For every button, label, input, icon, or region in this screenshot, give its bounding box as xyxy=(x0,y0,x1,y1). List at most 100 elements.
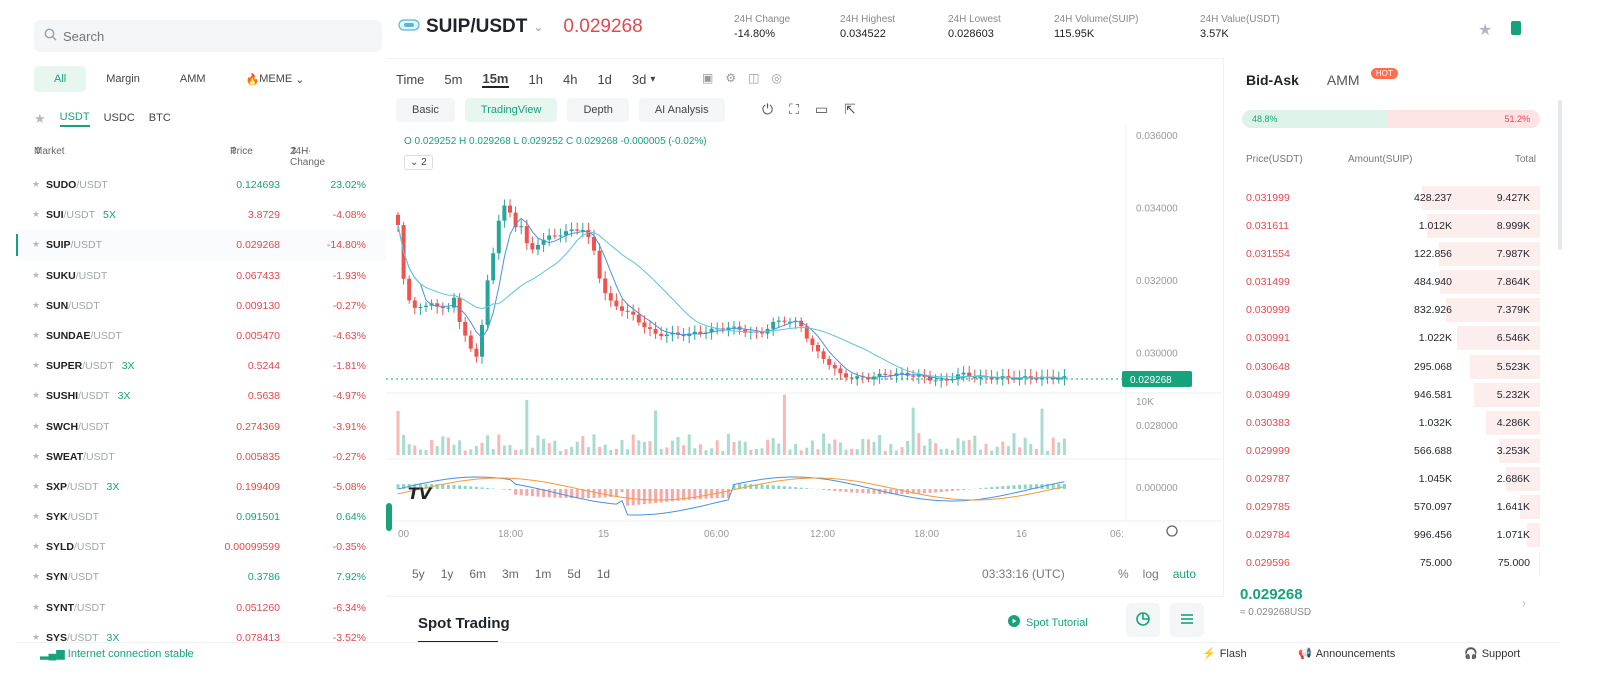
quote-btc[interactable]: BTC xyxy=(149,112,171,126)
range-1d[interactable]: 1d xyxy=(597,567,610,581)
indicators-icon[interactable]: ⏻ xyxy=(762,101,773,118)
pair-selector[interactable]: SUIP/USDT ⌄ 0.029268 xyxy=(398,16,643,38)
tab-amm[interactable]: AMM xyxy=(160,66,226,92)
ask-row[interactable]: 0.029785 570.097 1.641K xyxy=(1226,493,1556,521)
market-row[interactable]: ★ SYLD/USDT 0.00099599 -0.35% xyxy=(16,532,386,562)
market-row[interactable]: ★ SUSHI/USDT 3X 0.5638 -4.97% xyxy=(16,381,386,411)
timeframe-4h[interactable]: 4h xyxy=(563,72,577,87)
row-star-icon[interactable]: ★ xyxy=(32,571,40,582)
row-star-icon[interactable]: ★ xyxy=(32,451,40,462)
screenshot-icon[interactable]: ◎ xyxy=(771,71,781,85)
market-row[interactable]: ★ SUKU/USDT 0.067433 -1.93% xyxy=(16,261,386,291)
flash-link[interactable]: ⚡ Flash xyxy=(1202,647,1247,661)
view-tab-depth[interactable]: Depth xyxy=(567,98,629,122)
row-star-icon[interactable]: ★ xyxy=(32,270,40,281)
ask-row[interactable]: 0.031999 428.237 9.427K xyxy=(1226,184,1556,212)
market-row[interactable]: ★ SWCH/USDT 0.274369 -3.91% xyxy=(16,412,386,442)
range-1y[interactable]: 1y xyxy=(441,567,454,581)
order-list-button[interactable] xyxy=(1170,603,1204,637)
settings-icon[interactable]: ⚙ xyxy=(725,71,736,85)
market-row[interactable]: ★ SUPER/USDT 3X 0.5244 -1.81% xyxy=(16,351,386,381)
market-row[interactable]: ★ SYK/USDT 0.091501 0.64% xyxy=(16,502,386,532)
ask-row[interactable]: 0.029787 1.045K 2.686K xyxy=(1226,465,1556,493)
ask-row[interactable]: 0.029784 996.456 1.071K xyxy=(1226,521,1556,549)
search-box[interactable] xyxy=(34,20,382,52)
order-book-scrollbar[interactable] xyxy=(1558,100,1562,250)
ask-row[interactable]: 0.030999 832.926 7.379K xyxy=(1226,296,1556,324)
mid-price-block[interactable]: 0.029268 ≈ 0.029268USD › xyxy=(1240,586,1526,618)
tab-bid-ask[interactable]: Bid-Ask xyxy=(1246,72,1299,88)
indicator-icon[interactable]: ▣ xyxy=(702,71,713,85)
mobile-icon[interactable] xyxy=(1510,20,1522,39)
timeframe-3d[interactable]: 3d xyxy=(632,72,646,87)
spot-tutorial-link[interactable]: Spot Tutorial xyxy=(1008,615,1088,630)
market-row[interactable]: ★ SWEAT/USDT 0.005835 -0.27% xyxy=(16,442,386,472)
tab-all[interactable]: All xyxy=(34,66,87,92)
row-star-icon[interactable]: ★ xyxy=(32,209,40,220)
row-star-icon[interactable]: ★ xyxy=(32,602,40,613)
header-price[interactable]: Price ⇕ xyxy=(230,146,253,157)
ask-row[interactable]: 0.031499 484.940 7.864K xyxy=(1226,268,1556,296)
ask-row[interactable]: 0.029999 566.688 3.253K xyxy=(1226,437,1556,465)
layout-icon[interactable]: ◫ xyxy=(748,71,759,85)
share-icon[interactable]: ⇱ xyxy=(844,101,856,118)
row-star-icon[interactable]: ★ xyxy=(32,481,40,492)
ask-row[interactable]: 0.030383 1.032K 4.286K xyxy=(1226,409,1556,437)
ask-row[interactable]: 0.031611 1.012K 8.999K xyxy=(1226,212,1556,240)
ask-row[interactable]: 0.030991 1.022K 6.546K xyxy=(1226,324,1556,352)
tab-meme[interactable]: 🔥 MEME ⌄ xyxy=(226,66,325,92)
quote-usdt[interactable]: USDT xyxy=(59,111,90,127)
view-tab-tradingview[interactable]: TradingView xyxy=(464,98,558,122)
row-star-icon[interactable]: ★ xyxy=(32,511,40,522)
timeframe-15m[interactable]: 15m xyxy=(482,71,509,88)
row-star-icon[interactable]: ★ xyxy=(32,300,40,311)
timeframe-5m[interactable]: 5m xyxy=(444,72,462,87)
market-row[interactable]: ★ SUIP/USDT 0.029268 -14.80% xyxy=(16,230,386,261)
row-star-icon[interactable]: ★ xyxy=(32,421,40,432)
view-tab-ai-analysis[interactable]: AI Analysis xyxy=(638,98,725,122)
header-change[interactable]: 24H Change ⇕ ⋯ xyxy=(290,146,325,168)
timeframe-1d[interactable]: 1d xyxy=(597,72,611,87)
support-link[interactable]: 🎧 Support xyxy=(1464,647,1520,661)
market-row[interactable]: ★ SUNDAE/USDT 0.005470 -4.63% xyxy=(16,321,386,351)
range-5d[interactable]: 5d xyxy=(567,567,580,581)
market-row[interactable]: ★ SXP/USDT 3X 0.199409 -5.08% xyxy=(16,472,386,502)
percent-scale-toggle[interactable]: % xyxy=(1118,567,1129,581)
tab-margin[interactable]: Margin xyxy=(86,66,160,92)
log-scale-toggle[interactable]: log xyxy=(1143,567,1159,581)
timeframe-1h[interactable]: 1h xyxy=(529,72,543,87)
ask-row[interactable]: 0.030648 295.068 5.523K xyxy=(1226,353,1556,381)
range-1m[interactable]: 1m xyxy=(535,567,552,581)
announcements-link[interactable]: 📢 Announcements xyxy=(1298,647,1395,661)
view-tab-basic[interactable]: Basic xyxy=(396,98,455,122)
row-star-icon[interactable]: ★ xyxy=(32,541,40,552)
auto-scale-toggle[interactable]: auto xyxy=(1173,567,1196,581)
search-input[interactable] xyxy=(63,28,363,44)
market-row[interactable]: ★ SYNT/USDT 0.051260 -6.34% xyxy=(16,593,386,623)
row-star-icon[interactable]: ★ xyxy=(32,239,40,250)
market-row[interactable]: ★ SUN/USDT 0.009130 -0.27% xyxy=(16,291,386,321)
favorite-star-icon[interactable]: ★ xyxy=(1478,20,1492,40)
range-3m[interactable]: 3m xyxy=(502,567,519,581)
range-5y[interactable]: 5y xyxy=(412,567,425,581)
quote-usdc[interactable]: USDC xyxy=(104,112,135,126)
market-row[interactable]: ★ SYN/USDT 0.3786 7.92% xyxy=(16,562,386,592)
ask-row[interactable]: 0.031554 122.856 7.987K xyxy=(1226,240,1556,268)
market-row[interactable]: ★ SUI/USDT 5X 3.8729 -4.08% xyxy=(16,200,386,230)
timeframe-time[interactable]: Time xyxy=(396,72,424,87)
row-star-icon[interactable]: ★ xyxy=(32,360,40,371)
row-star-icon[interactable]: ★ xyxy=(32,179,40,190)
price-chart[interactable]: 0.036000 0.034000 0.032000 0.030000 0.028000… xyxy=(386,125,1222,545)
ask-row[interactable]: 0.029596 75.000 75.000 xyxy=(1226,549,1556,577)
fullscreen-icon[interactable]: ⛶ xyxy=(789,101,799,118)
market-row[interactable]: ★ SUDO/USDT 0.124693 23.02% xyxy=(16,170,386,200)
order-history-button[interactable] xyxy=(1126,603,1160,637)
ask-row[interactable]: 0.030499 946.581 5.232K xyxy=(1226,381,1556,409)
timeframe-dropdown-icon[interactable]: ▾ xyxy=(650,74,655,85)
save-layout-icon[interactable]: ▭ xyxy=(815,101,828,118)
header-market[interactable]: Market ⇕ xyxy=(34,146,65,157)
row-star-icon[interactable]: ★ xyxy=(32,330,40,341)
tab-amm-book[interactable]: AMM HOT xyxy=(1327,68,1398,88)
row-star-icon[interactable]: ★ xyxy=(32,390,40,401)
favorites-star-icon[interactable]: ★ xyxy=(34,111,46,127)
